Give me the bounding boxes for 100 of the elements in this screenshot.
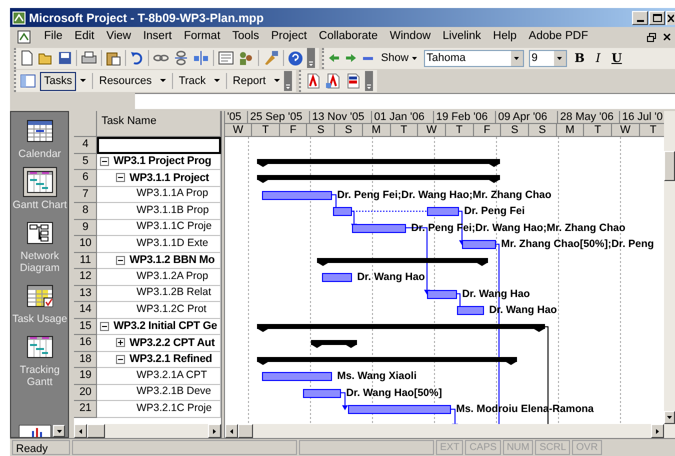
close-button[interactable] bbox=[666, 10, 675, 24]
menu-item[interactable]: Livelink bbox=[436, 28, 488, 46]
scroll-right-button[interactable] bbox=[651, 424, 664, 438]
pdf-icon[interactable] bbox=[344, 73, 361, 89]
task-information-icon[interactable] bbox=[218, 51, 234, 65]
print-icon[interactable] bbox=[81, 51, 97, 65]
save-icon[interactable] bbox=[58, 51, 72, 65]
paste-icon[interactable] bbox=[106, 50, 121, 66]
row-number[interactable]: 18 bbox=[74, 352, 98, 368]
row-number[interactable]: 10 bbox=[74, 236, 98, 252]
menu-item[interactable]: Insert bbox=[137, 28, 178, 46]
row-number[interactable]: 9 bbox=[74, 220, 98, 236]
task-bar[interactable] bbox=[427, 290, 458, 298]
row-number[interactable]: 8 bbox=[74, 203, 98, 220]
undo-icon[interactable] bbox=[130, 51, 144, 65]
minimize-button[interactable] bbox=[632, 10, 648, 24]
guide-tab[interactable]: Track bbox=[174, 72, 210, 90]
new-icon[interactable] bbox=[20, 50, 34, 66]
row-number[interactable]: 20 bbox=[74, 384, 98, 401]
menu-item[interactable]: File bbox=[38, 28, 69, 46]
task-bar[interactable] bbox=[303, 388, 342, 398]
row-number[interactable]: 5 bbox=[74, 154, 98, 170]
help-icon[interactable] bbox=[288, 50, 303, 66]
menu-item[interactable]: Tools bbox=[226, 28, 266, 46]
document-icon[interactable] bbox=[16, 30, 32, 44]
toolbar-options-icon[interactable] bbox=[364, 71, 373, 91]
close-document-icon[interactable] bbox=[663, 33, 671, 41]
scroll-thumb[interactable] bbox=[664, 151, 675, 181]
entry-field[interactable] bbox=[135, 93, 675, 109]
menu-item[interactable]: View bbox=[100, 28, 138, 46]
resource-label: Dr. Peng Fei;Dr. Wang Hao;Mr. Zhang Chao bbox=[337, 188, 552, 200]
menu-item[interactable]: Adobe PDF bbox=[522, 28, 594, 46]
row-number[interactable]: 4 bbox=[74, 137, 98, 154]
task-bar[interactable] bbox=[352, 224, 406, 232]
scroll-down-button[interactable] bbox=[664, 411, 675, 424]
collapse-icon[interactable] bbox=[116, 173, 126, 182]
link-icon[interactable] bbox=[153, 52, 169, 64]
row-number[interactable]: 7 bbox=[74, 186, 98, 203]
pdf-icon[interactable] bbox=[304, 73, 321, 89]
caret-icon bbox=[667, 416, 672, 419]
menu-item[interactable]: Help bbox=[487, 28, 523, 46]
brush-icon[interactable] bbox=[263, 50, 279, 66]
row-number[interactable]: 11 bbox=[74, 252, 98, 269]
restore-window-icon[interactable] bbox=[647, 32, 656, 42]
row-number[interactable]: 12 bbox=[74, 269, 98, 286]
scroll-left-button[interactable] bbox=[225, 424, 238, 438]
collapse-icon[interactable] bbox=[100, 156, 110, 166]
scroll-thumb[interactable] bbox=[87, 424, 106, 438]
toolbar-options-icon[interactable] bbox=[284, 71, 292, 91]
resource-label: Dr. Wang Hao[50%] bbox=[346, 386, 442, 398]
row-number[interactable]: 14 bbox=[74, 302, 98, 318]
close-icon bbox=[667, 14, 674, 22]
guide-tab[interactable]: Resources bbox=[95, 72, 156, 90]
menu-item[interactable]: Project bbox=[265, 28, 313, 46]
right-arrow-icon[interactable] bbox=[345, 53, 357, 63]
split-icon[interactable] bbox=[193, 50, 209, 66]
resource-graph-icon[interactable] bbox=[19, 425, 51, 437]
task-bar[interactable] bbox=[333, 207, 352, 216]
row-number[interactable]: 16 bbox=[74, 335, 98, 352]
scroll-right-button[interactable] bbox=[208, 424, 222, 438]
collapse-icon[interactable] bbox=[116, 256, 126, 265]
task-bar[interactable] bbox=[262, 190, 332, 200]
scroll-thumb[interactable] bbox=[238, 424, 254, 438]
font-dropdown[interactable]: Tahoma bbox=[424, 50, 524, 66]
show-menu-button[interactable]: Show bbox=[379, 50, 419, 66]
row-number[interactable]: 21 bbox=[74, 401, 98, 418]
row-number[interactable]: 6 bbox=[74, 170, 98, 186]
resource-label: Mr. Zhang Chao[50%];Dr. Peng bbox=[501, 238, 654, 250]
status-text: Ready bbox=[12, 440, 70, 455]
resources-icon[interactable] bbox=[238, 50, 254, 66]
menu-item[interactable]: Collaborate bbox=[312, 28, 384, 46]
bold-button[interactable]: B bbox=[572, 49, 588, 67]
row-number[interactable]: 13 bbox=[74, 286, 98, 302]
guide-tab[interactable]: Report bbox=[228, 72, 270, 90]
open-icon[interactable] bbox=[38, 51, 54, 65]
left-arrow-icon bbox=[79, 428, 82, 434]
guide-tab[interactable]: Tasks bbox=[40, 72, 76, 90]
project-guide-icon[interactable] bbox=[20, 74, 36, 88]
menu-item[interactable]: Format bbox=[178, 28, 226, 46]
unlink-icon[interactable] bbox=[173, 50, 189, 66]
pdf-icon[interactable] bbox=[324, 73, 341, 89]
expand-icon[interactable] bbox=[116, 338, 126, 348]
collapse-icon[interactable] bbox=[116, 354, 126, 364]
row-number[interactable]: 15 bbox=[74, 318, 98, 335]
italic-button[interactable]: I bbox=[592, 49, 604, 67]
font-size-dropdown[interactable]: 9 bbox=[528, 50, 567, 66]
toolbar-options-icon[interactable] bbox=[307, 48, 315, 68]
underline-button[interactable]: U bbox=[608, 49, 625, 67]
menu-item[interactable]: Window bbox=[384, 28, 437, 46]
maximize-button[interactable] bbox=[649, 10, 665, 24]
collapse-icon[interactable] bbox=[100, 322, 110, 331]
status-indicator: NUM bbox=[502, 440, 534, 455]
left-arrow-icon[interactable] bbox=[328, 53, 340, 63]
scroll-down-button[interactable] bbox=[53, 425, 65, 437]
column-header[interactable]: Task Name bbox=[97, 111, 222, 137]
timescale-label: '05 bbox=[225, 111, 248, 124]
scroll-left-button[interactable] bbox=[74, 424, 88, 438]
menu-item[interactable]: Edit bbox=[68, 28, 100, 46]
row-number[interactable]: 19 bbox=[74, 368, 98, 384]
summary-bar bbox=[311, 338, 358, 348]
